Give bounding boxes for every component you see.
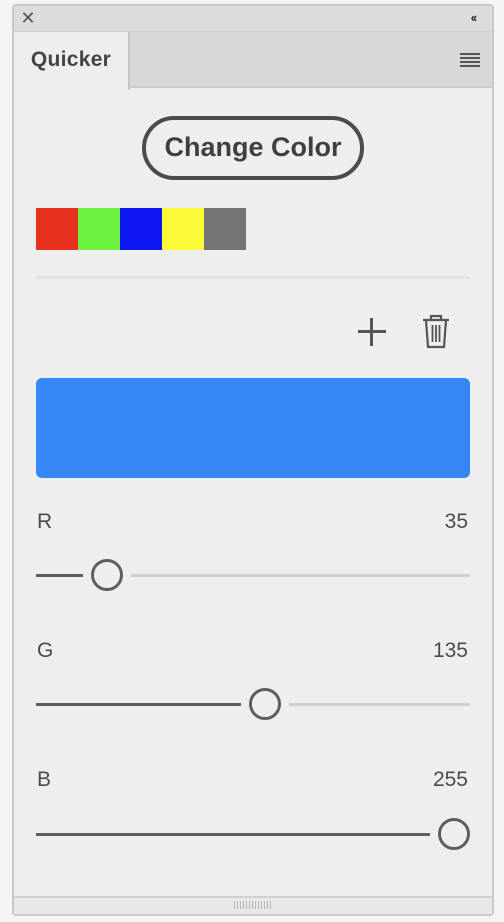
panel-tabbar: Quicker [14, 32, 492, 90]
channel-label-r: R [37, 510, 53, 533]
grip-dots-icon [234, 901, 272, 909]
slider-b-fill [36, 833, 430, 836]
swatch-blue[interactable] [120, 208, 162, 250]
channel-value-g: 135 [432, 639, 468, 662]
slider-g[interactable] [36, 687, 470, 723]
swatch-gray[interactable] [204, 208, 246, 250]
slider-b-thumb[interactable] [438, 818, 470, 850]
channel-value-b: 255 [432, 768, 468, 791]
resize-grip[interactable] [14, 896, 492, 914]
collapse-panel-icon[interactable]: ‹‹ [464, 10, 482, 26]
panel-menu-icon[interactable] [460, 53, 480, 67]
slider-r[interactable] [36, 558, 470, 594]
swatch-yellow[interactable] [162, 208, 204, 250]
panel-content: Change Color R 35 G 135 B 255 [14, 90, 492, 914]
slider-g-thumb[interactable] [248, 688, 281, 720]
trash-icon[interactable] [420, 314, 452, 350]
quicker-panel: ✕ ‹‹ Quicker Change Color R 35 G 135 B 2… [12, 4, 494, 916]
slider-b[interactable] [36, 817, 470, 853]
swatch-red[interactable] [36, 208, 78, 250]
slider-g-fill [36, 703, 241, 706]
tab-quicker[interactable]: Quicker [14, 32, 130, 90]
divider [36, 276, 470, 279]
channel-value-r: 35 [444, 510, 468, 533]
swatch-green[interactable] [78, 208, 120, 250]
channel-label-g: G [37, 639, 54, 662]
slider-g-track [288, 703, 470, 706]
add-swatch-icon[interactable] [358, 318, 386, 346]
channel-label-b: B [37, 768, 52, 791]
slider-r-fill [36, 574, 84, 577]
slider-r-thumb[interactable] [91, 559, 124, 591]
close-icon[interactable]: ✕ [20, 9, 36, 27]
color-swatches [36, 208, 246, 250]
panel-titlebar: ✕ ‹‹ [14, 6, 492, 32]
change-color-button[interactable]: Change Color [142, 116, 364, 180]
slider-r-track [131, 574, 470, 577]
color-preview [36, 378, 470, 478]
